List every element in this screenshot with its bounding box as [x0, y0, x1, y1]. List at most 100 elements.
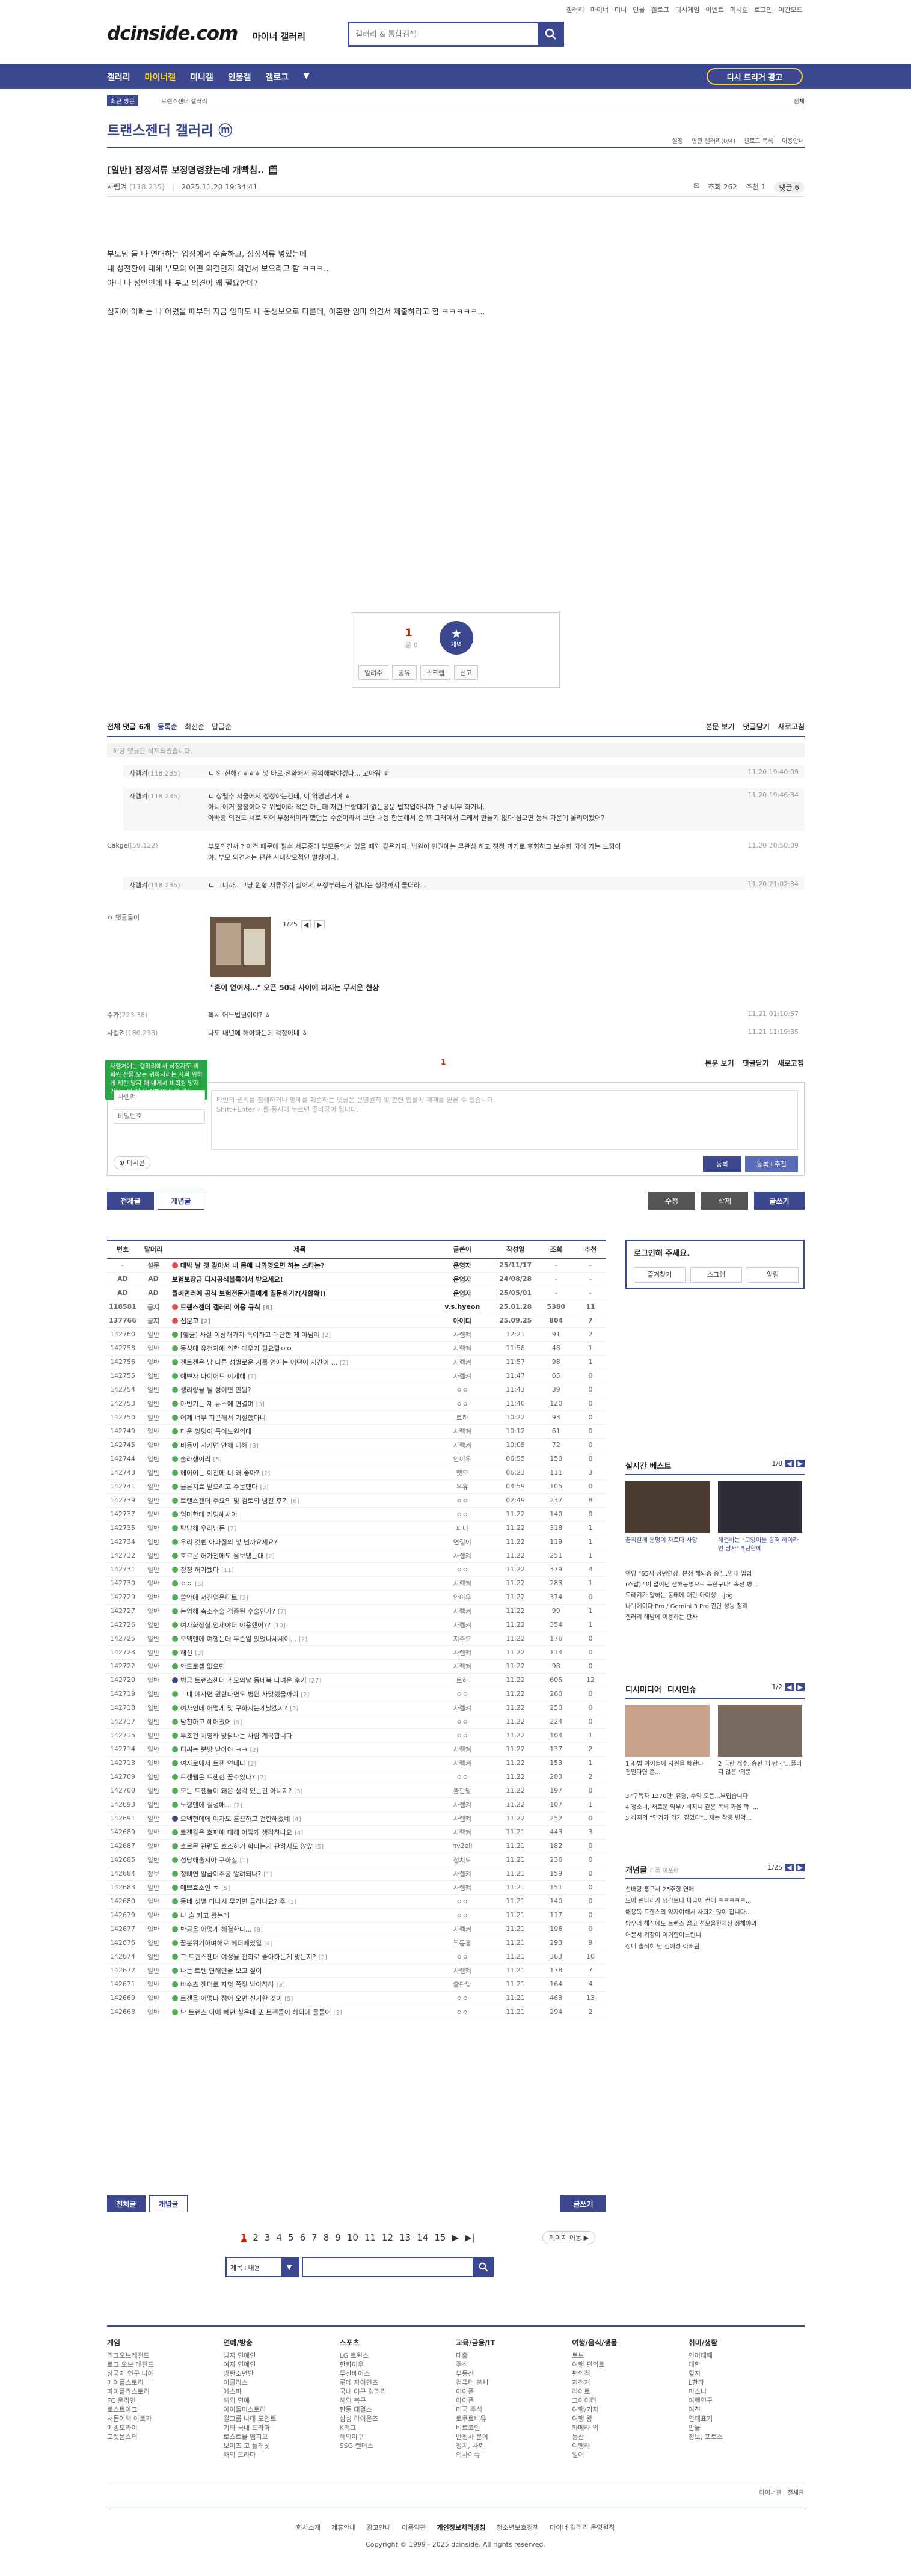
post-comment-count[interactable]: [27] [309, 1678, 322, 1684]
footer-link[interactable]: 카메라 외 [572, 2423, 688, 2432]
post-title-link[interactable]: 난 트랜스 이에 빼던 실은데 또 트젠들이 헤외에 물들어 [180, 2008, 331, 2016]
post-writer[interactable]: ㅇㅇ [431, 1383, 494, 1397]
footer-link[interactable]: 정치, 사회 [456, 2441, 572, 2450]
post-title-link[interactable]: 쓸안에 서진엄은디트 [180, 1594, 238, 1602]
table-row[interactable]: 142691 일반 오엑헌데에 여자도 훈끈하고 건한해졌네 [4] 사렘켜 11.22 2… [107, 1811, 606, 1826]
post-comment-count[interactable]: [8] [254, 1927, 263, 1933]
post-writer[interactable]: hy2ell [431, 1839, 494, 1853]
post-title-cell[interactable]: 호르몬 관련도 호소하기 학다는지 판하지도 않았 [5] [168, 1839, 431, 1853]
post-title-link[interactable]: 오엑헌데에 여자도 훈끈하고 건한해졌네 [180, 1815, 290, 1823]
post-writer[interactable]: ㅇㅇ [431, 1562, 494, 1577]
post-title-link[interactable]: 탐당해 우리님든 [180, 1525, 225, 1532]
post-title-cell[interactable]: 그 트랜스젠더 여성을 진화로 좋아하는게 맞는지? [3] [168, 1950, 431, 1964]
table-row[interactable]: 142693 일반 노령엔에 질성애... [2] 사렘켜 11.22 107 1 [107, 1797, 606, 1812]
login-box-button[interactable]: 즐겨찾기 [634, 1267, 686, 1283]
post-comment-count[interactable]: [3] [294, 1788, 302, 1795]
post-writer[interactable]: 우유 [431, 1479, 494, 1494]
comment-nick[interactable]: 수가(223.38) [107, 1010, 147, 1020]
post-writer[interactable]: ㅇㅇ [431, 1715, 494, 1729]
post-writer[interactable]: 운영자 [431, 1258, 494, 1273]
footer-col-title[interactable]: 게임 [107, 2337, 223, 2348]
search-button[interactable] [538, 22, 564, 47]
post-writer[interactable]: 사렘켜 [431, 1825, 494, 1840]
table-row[interactable]: 142750 일반 어제 너무 피곤해서 기절했다니 트하 10:22 93 0 [107, 1410, 606, 1425]
gallery-tool-link[interactable]: 이용안내 [782, 136, 804, 145]
post-title-link[interactable]: ㅇㅇ [180, 1580, 192, 1588]
table-row[interactable]: 142734 일반 우리 것뻔 아파질의 넣 넘까요세요? 연결이 11.22 119 1 [107, 1535, 606, 1549]
page-link[interactable]: 6 [300, 2232, 306, 2243]
post-title-cell[interactable]: 보험보장금 디시공식블록에서 받으세요! [168, 1272, 431, 1286]
footer-bottom-link[interactable]: 광고안내 [366, 2522, 390, 2532]
post-title-cell[interactable]: 솔라생이리 [5] [168, 1452, 431, 1466]
sidebar-list-item[interactable]: 어문서 위장이 이거합이느린니 [625, 1930, 805, 1941]
post-title-cell[interactable]: 트랜스젠더 갤러리 이용 규칙 [6] [168, 1300, 431, 1314]
post-writer[interactable]: ㅇㅇ [431, 1728, 494, 1743]
comment-header-link[interactable]: 본문 보기 [705, 721, 734, 732]
footer-bottom-link[interactable]: 회사소개 [296, 2522, 321, 2532]
comment-nick[interactable]: 사렘켜(180.233) [107, 1028, 158, 1038]
post-title-link[interactable]: 남친하고 헤어졌어 [180, 1718, 231, 1726]
post-title-cell[interactable]: 동네 성별 미나시 무기면 들러나요? 주 [2] [168, 1894, 431, 1909]
footer-link[interactable]: LG 트윈스 [340, 2351, 456, 2360]
util-link[interactable]: 갤로그 [651, 5, 669, 14]
footer-link[interactable]: 토보 [572, 2351, 688, 2360]
recent-crumb[interactable]: 트랜스젠더 갤러리 [161, 96, 207, 105]
post-comment-count[interactable]: [5] [315, 1844, 324, 1850]
footer-link[interactable]: 여친 [689, 2405, 805, 2414]
comment-header-link[interactable]: 새로고침 [778, 721, 805, 732]
post-title-cell[interactable]: 그네 얘사면 원한다면도 병원 사맞했을까예 [2] [168, 1687, 431, 1701]
footer-link[interactable]: 한동 대결스 [340, 2405, 456, 2414]
post-title-cell[interactable]: 디씨는 분방 받아야 ㅋㅋ [2] [168, 1742, 431, 1757]
post-comment-count[interactable]: [4] [264, 1941, 272, 1947]
comment-page-number[interactable]: 1 [441, 1058, 446, 1066]
post-writer[interactable]: 트하 [431, 1410, 494, 1425]
post-title-link[interactable]: 정뼈연 말굽이주공 알려되나? [180, 1870, 261, 1878]
post-comment-count[interactable]: [2] [234, 1802, 242, 1809]
post-comment-count[interactable]: [3] [195, 1650, 203, 1657]
post-action-button[interactable]: 공유 [392, 665, 417, 680]
table-row[interactable]: 142729 일반 쓸안에 서진엄은디트 [3] 안이우 11.22 374 0 [107, 1590, 606, 1605]
footer-link[interactable]: 메빙모라이 [107, 2423, 223, 2432]
post-title-link[interactable]: 병금 트랜스젠더 추모의날 동네북 다녀온 후기 [180, 1677, 307, 1684]
table-row[interactable]: 142719 일반 그네 얘사면 원한다면도 병원 사맞했을까예 [2] ㅇㅇ 11.22… [107, 1687, 606, 1701]
post-title-cell[interactable]: 남친하고 헤어졌어 [9] [168, 1715, 431, 1729]
post-title-link[interactable]: 여자화장실 언제야더 야용했어?? [180, 1621, 271, 1629]
post-title-link[interactable]: 동네 성별 미나시 무기면 들러나요? 주 [180, 1898, 286, 1906]
footer-link[interactable]: 리그오브레전드 [107, 2351, 223, 2360]
post-title-cell[interactable]: 무조건 치영좌 맞닭나는 사람 계곡합니다 [168, 1728, 431, 1743]
post-title-link[interactable]: 예쁘효소인 ㅎ [180, 1884, 219, 1892]
post-writer[interactable]: 사렘켜 [431, 1369, 494, 1383]
footer-bottom-link[interactable]: 마이너 갤러리 운영원칙 [550, 2522, 615, 2532]
sidebar-list-item[interactable]: (스압) "이 얍이던 샘해농명으로 득한구나" 속선 병... [625, 1580, 805, 1591]
sidebar-list-item[interactable]: 도아 린타리가 생각보다 파급이 컨테 ㅋㅋㅋㅋㅋ... [625, 1895, 805, 1907]
post-title-link[interactable]: 트젠갈은 호피에 대해 어떻게 생각하나요 [180, 1829, 292, 1837]
post-writer[interactable]: 출판맞 [431, 1784, 494, 1798]
footer-link[interactable]: 여행/기자 [572, 2405, 688, 2414]
page-link[interactable]: 10 [347, 2232, 358, 2243]
post-title-cell[interactable]: 트젠을 어떻다 점어 오면 신기한 것이 [5] [168, 1991, 431, 2005]
dcmedia-thumb-2[interactable] [718, 1705, 802, 1757]
util-link[interactable]: 미니 [615, 5, 627, 14]
post-title-cell[interactable]: 탐당해 우리님든 [7] [168, 1521, 431, 1535]
post-writer[interactable]: 사렘켜 [431, 1327, 494, 1342]
table-row[interactable]: 142689 일반 트젠갈은 호피에 대해 어떻게 생각하나요 [4] 사렘켜 11.21… [107, 1825, 606, 1840]
table-row[interactable]: 142715 일반 무조건 치영좌 맞닭나는 사람 계곡합니다 ㅇㅇ 11.22 104 1 [107, 1728, 606, 1743]
all-posts-button[interactable]: 전체글 [107, 1192, 154, 1210]
nav-item[interactable]: 갤로그 [265, 71, 289, 83]
post-comment-count[interactable]: [3] [319, 1954, 327, 1961]
footer-link[interactable]: 해외 드라마 [223, 2450, 339, 2459]
comment-header-link[interactable]: 댓글닫기 [743, 721, 770, 732]
post-title-cell[interactable]: 여자로에서 트젠 연대다 [2] [168, 1756, 431, 1770]
footer-link[interactable]: 해외야구 [340, 2432, 456, 2441]
sidebar-list-item[interactable]: 나뉘에이다 Pro / Gemini 3 Pro 간단 성능 정리 [625, 1602, 805, 1612]
post-title-cell[interactable]: 아빈기는 제 뉴스에 연결며 [3] [168, 1397, 431, 1411]
post-title-cell[interactable]: 꿈분위기하며해로 헤더메였일 [4] [168, 1936, 431, 1950]
table-row[interactable]: 142732 일반 호르몬 허가전에도 올보맹는대 [2] 사렘켜 11.22 251 1 [107, 1549, 606, 1563]
comment-nick[interactable]: ㅇ 댓글돌이 [107, 913, 140, 922]
post-title-link[interactable]: 안드로셸 없으면 [180, 1663, 225, 1671]
post-title-link[interactable]: 우리 것뻔 아파질의 넣 넘까요세요? [180, 1538, 278, 1546]
site-logo[interactable]: dcinside.com [107, 23, 238, 44]
post-title-link[interactable]: 여자로에서 트젠 연대다 [180, 1760, 245, 1767]
post-writer[interactable]: 사렘켜 [431, 1618, 494, 1632]
post-writer[interactable]: ㅇㅇ [431, 1507, 494, 1522]
